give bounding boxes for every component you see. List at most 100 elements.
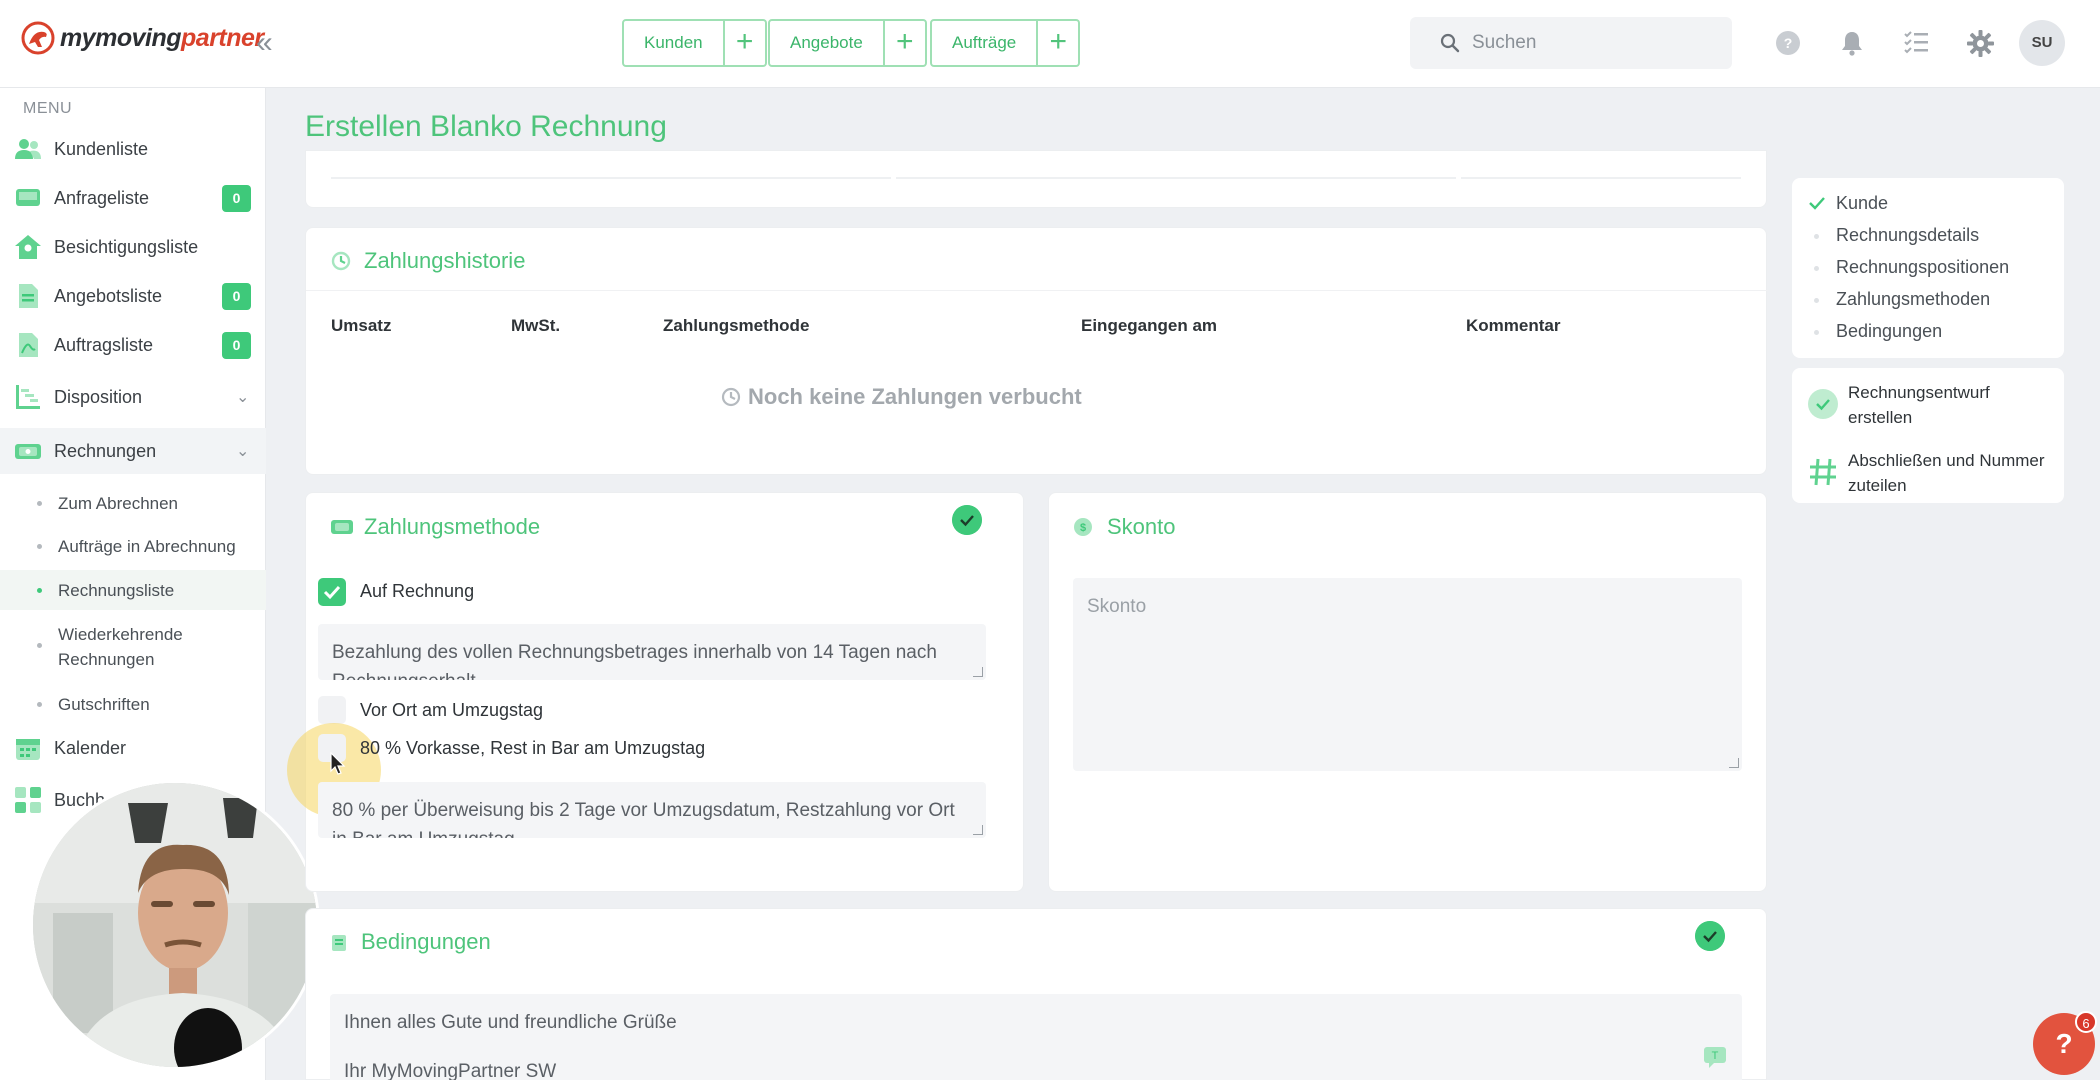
input-field-edge: [331, 177, 891, 179]
banknote-icon: [331, 520, 353, 534]
search-icon: [1440, 33, 1460, 53]
finalize-button[interactable]: Abschließen und Nummer zuteilen: [1792, 444, 2064, 500]
conditions-line-1: Ihnen alles Gute und freundliche Grüße: [344, 1012, 677, 1033]
step-rechnungspositionen[interactable]: Rechnungspositionen: [1836, 257, 2009, 278]
resize-handle[interactable]: [1729, 758, 1739, 768]
conditions-title: Bedingungen: [361, 929, 491, 954]
finalize-label: Abschließen und Nummer zuteilen: [1848, 451, 2045, 495]
empty-state-text: Noch keine Zahlungen verbucht: [748, 384, 1082, 409]
presenter-video-frame: [33, 783, 317, 1067]
collapse-sidebar-icon[interactable]: «: [256, 28, 273, 58]
sidebar-item-disposition[interactable]: Disposition ⌄: [0, 374, 266, 420]
sidebar-item-rechnungen[interactable]: Rechnungen ⌄: [0, 428, 266, 474]
step-rechnungsdetails[interactable]: Rechnungsdetails: [1836, 225, 1979, 246]
section-complete-check-icon: [1695, 921, 1725, 951]
sidebar-item-label: Kundenliste: [54, 138, 149, 159]
sidebar-item-label: Kalender: [54, 737, 127, 758]
sidebar-subitem-rechnungsliste[interactable]: Rechnungsliste: [0, 570, 266, 610]
history-icon: [721, 387, 741, 407]
sidebar-item-label: Auftragsliste: [54, 334, 154, 355]
progress-steps-card: Kunde Rechnungsdetails Rechnungsposition…: [1792, 178, 2064, 358]
sidebar-subitem-zum-abrechnen[interactable]: Zum Abrechnen: [0, 485, 266, 521]
vorkasse-text[interactable]: 80 % per Überweisung bis 2 Tage vor Umzu…: [318, 782, 986, 838]
sidebar-subitem-label: Zum Abrechnen: [58, 494, 179, 513]
auf-rechnung-checkbox[interactable]: [318, 578, 346, 606]
angebote-button[interactable]: Angebote: [768, 19, 885, 67]
step-dot-icon: [1814, 266, 1819, 271]
coin-icon: $: [1074, 518, 1092, 536]
auf-rechnung-label: Auf Rechnung: [360, 581, 475, 601]
vorkasse-text-content: 80 % per Überweisung bis 2 Tage vor Umzu…: [332, 800, 955, 838]
help-icon[interactable]: ?: [1775, 30, 1801, 56]
count-badge: 0: [222, 282, 251, 310]
add-auftrag-plus-icon[interactable]: +: [1038, 19, 1081, 67]
mouse-cursor-icon: [330, 752, 346, 775]
bullet-icon: [37, 588, 42, 593]
sidebar-item-angebotsliste[interactable]: Angebotsliste 0: [0, 273, 266, 319]
sidebar-item-auftragsliste[interactable]: Auftragsliste 0: [0, 322, 266, 368]
sidebar-subitem-auftraege-in-abrechnung[interactable]: Aufträge in Abrechnung: [0, 528, 266, 564]
inbox-icon: [16, 189, 40, 206]
auf-rechnung-text-content: Bezahlung des vollen Rechnungsbetrages i…: [332, 642, 937, 680]
skonto-textarea[interactable]: Skonto: [1073, 578, 1742, 771]
step-kunde[interactable]: Kunde: [1836, 193, 1888, 214]
step-bedingungen[interactable]: Bedingungen: [1836, 321, 1942, 342]
sidebar-item-label: Rechnungen: [54, 440, 157, 461]
gear-icon[interactable]: [1967, 30, 1994, 57]
sidebar-subitem-label: Rechnungsliste: [58, 581, 175, 600]
step-zahlungsmethoden[interactable]: Zahlungsmethoden: [1836, 289, 1990, 310]
create-draft-button[interactable]: Rechnungsentwurf erstellen: [1792, 376, 2064, 432]
sidebar-item-besichtigungsliste[interactable]: Besichtigungsliste: [0, 224, 266, 270]
sidebar-subitem-label: Aufträge in Abrechnung: [58, 537, 236, 556]
add-kunde-plus-icon[interactable]: +: [724, 19, 767, 67]
history-icon: [331, 251, 351, 271]
sidebar-item-label: Disposition: [54, 386, 143, 407]
kangaroo-logo-icon: [21, 21, 55, 55]
customer-details-card: [305, 150, 1767, 208]
step-dot-icon: [1814, 298, 1819, 303]
sidebar-item-anfrageliste[interactable]: Anfrageliste 0: [0, 175, 266, 221]
skonto-title: Skonto: [1107, 514, 1176, 539]
svg-text:$: $: [1080, 522, 1086, 534]
svg-text:?: ?: [1784, 35, 1793, 51]
sidebar-item-kundenliste[interactable]: Kundenliste: [0, 126, 266, 172]
document-icon: [19, 284, 38, 308]
chevron-down-icon: ⌄: [236, 443, 250, 460]
auftraege-button[interactable]: Aufträge: [930, 19, 1039, 67]
sidebar-item-kalender[interactable]: Kalender: [0, 725, 266, 771]
input-field-edge: [896, 177, 1456, 179]
resize-handle[interactable]: [973, 667, 983, 677]
step-done-check-icon: [1809, 197, 1825, 210]
logo[interactable]: mymovingpartner: [20, 20, 264, 56]
top-bar: mymovingpartner « Kunden + Angebote + Au…: [0, 0, 2100, 88]
sidebar-item-label: Angebotsliste: [54, 285, 163, 306]
column-header-kommentar: Kommentar: [1466, 316, 1561, 335]
search-input[interactable]: [1472, 32, 1712, 54]
conditions-textarea[interactable]: Ihnen alles Gute und freundliche Grüße I…: [330, 994, 1742, 1080]
hashtag-icon: [1810, 458, 1836, 486]
text-template-icon[interactable]: T: [1703, 1046, 1727, 1068]
check-circle-icon: [1808, 389, 1838, 419]
add-angebot-plus-icon[interactable]: +: [884, 19, 927, 67]
input-field-edge: [1461, 177, 1741, 179]
avatar[interactable]: SU: [2019, 20, 2065, 66]
sidebar-subitem-gutschriften[interactable]: Gutschriften: [0, 686, 266, 722]
payment-history-title: Zahlungshistorie: [364, 248, 526, 273]
kunden-button[interactable]: Kunden: [622, 19, 725, 67]
sidebar-subitem-wiederkehrende-rechnungen[interactable]: Wiederkehrende Rechnungen: [0, 616, 266, 678]
vor-ort-checkbox[interactable]: [318, 696, 346, 724]
resize-handle[interactable]: [973, 825, 983, 835]
step-dot-icon: [1814, 234, 1819, 239]
checklist-icon[interactable]: [1903, 30, 1929, 54]
presenter-video: [30, 780, 320, 1070]
sidebar-subitem-label: Gutschriften: [58, 695, 150, 714]
vorkasse-label: 80 % Vorkasse, Rest in Bar am Umzugstag: [360, 738, 706, 758]
logo-text-secondary: partner: [181, 23, 264, 52]
sidebar-item-label: Anfrageliste: [54, 187, 150, 208]
help-notification-count: 6: [2075, 1011, 2097, 1033]
auf-rechnung-text[interactable]: Bezahlung des vollen Rechnungsbetrages i…: [318, 624, 986, 680]
menu-label: MENU: [23, 100, 73, 117]
document-edit-icon: [332, 935, 346, 951]
bell-icon[interactable]: [1840, 30, 1864, 56]
svg-text:T: T: [1712, 1050, 1719, 1062]
